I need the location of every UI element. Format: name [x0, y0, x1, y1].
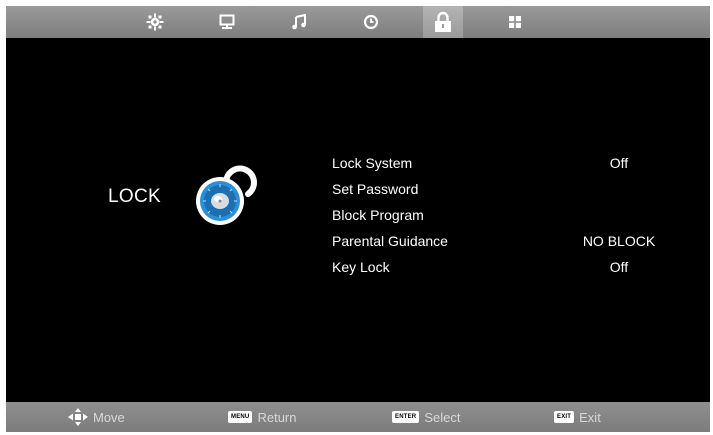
tab-picture[interactable] [144, 11, 166, 33]
music-note-icon [292, 14, 306, 30]
hint-select: ENTER Select [392, 402, 460, 432]
lock-menu: Lock System Off Set Password Block Progr… [332, 152, 672, 282]
clock-icon [363, 14, 379, 30]
setup-grid-icon [509, 16, 521, 28]
menu-item-key-lock[interactable]: Key Lock Off [332, 256, 672, 282]
bottom-hint-bar: Move MENU Return ENTER Select EXIT Exit [6, 402, 710, 432]
menu-item-value: Off [609, 155, 629, 171]
hint-exit: EXIT Exit [554, 402, 601, 432]
menu-item-value: NO BLOCK [582, 233, 656, 249]
hint-select-label: Select [424, 409, 461, 425]
menu-item-label: Parental Guidance [332, 233, 448, 249]
menu-item-label: Block Program [332, 207, 424, 223]
hint-return: MENU Return [228, 402, 297, 432]
osd-screen: LOCK Lock System Off Set Password Block … [6, 6, 710, 432]
menu-item-label: Lock System [332, 155, 413, 171]
menu-item-block-program[interactable]: Block Program [332, 204, 672, 230]
tab-screen[interactable] [216, 11, 238, 33]
hint-move-label: Move [93, 409, 125, 425]
tab-sound[interactable] [288, 11, 310, 33]
page-title: LOCK [108, 186, 161, 207]
hint-exit-label: Exit [579, 409, 601, 425]
enter-key-icon: ENTER [392, 411, 420, 423]
monitor-icon [219, 14, 235, 29]
menu-item-label: Key Lock [332, 259, 390, 275]
menu-item-label: Set Password [332, 181, 419, 197]
menu-item-lock-system[interactable]: Lock System Off [332, 152, 672, 178]
menu-item-value: Off [609, 259, 629, 275]
tab-lock[interactable] [423, 6, 463, 38]
menu-item-set-password[interactable]: Set Password [332, 178, 672, 204]
directional-arrows-icon [68, 408, 88, 426]
lock-icon [435, 11, 451, 32]
tab-time[interactable] [360, 11, 382, 33]
tab-setup[interactable] [504, 11, 526, 33]
menu-item-parental-guidance[interactable]: Parental Guidance NO BLOCK [332, 230, 672, 256]
top-menu-bar [6, 6, 710, 38]
hint-move: Move [68, 402, 125, 432]
exit-key-icon: EXIT [554, 411, 575, 423]
combination-lock-icon [196, 165, 257, 225]
picture-settings-icon [146, 13, 164, 31]
menu-key-icon: MENU [228, 411, 253, 423]
hint-return-label: Return [257, 409, 297, 425]
